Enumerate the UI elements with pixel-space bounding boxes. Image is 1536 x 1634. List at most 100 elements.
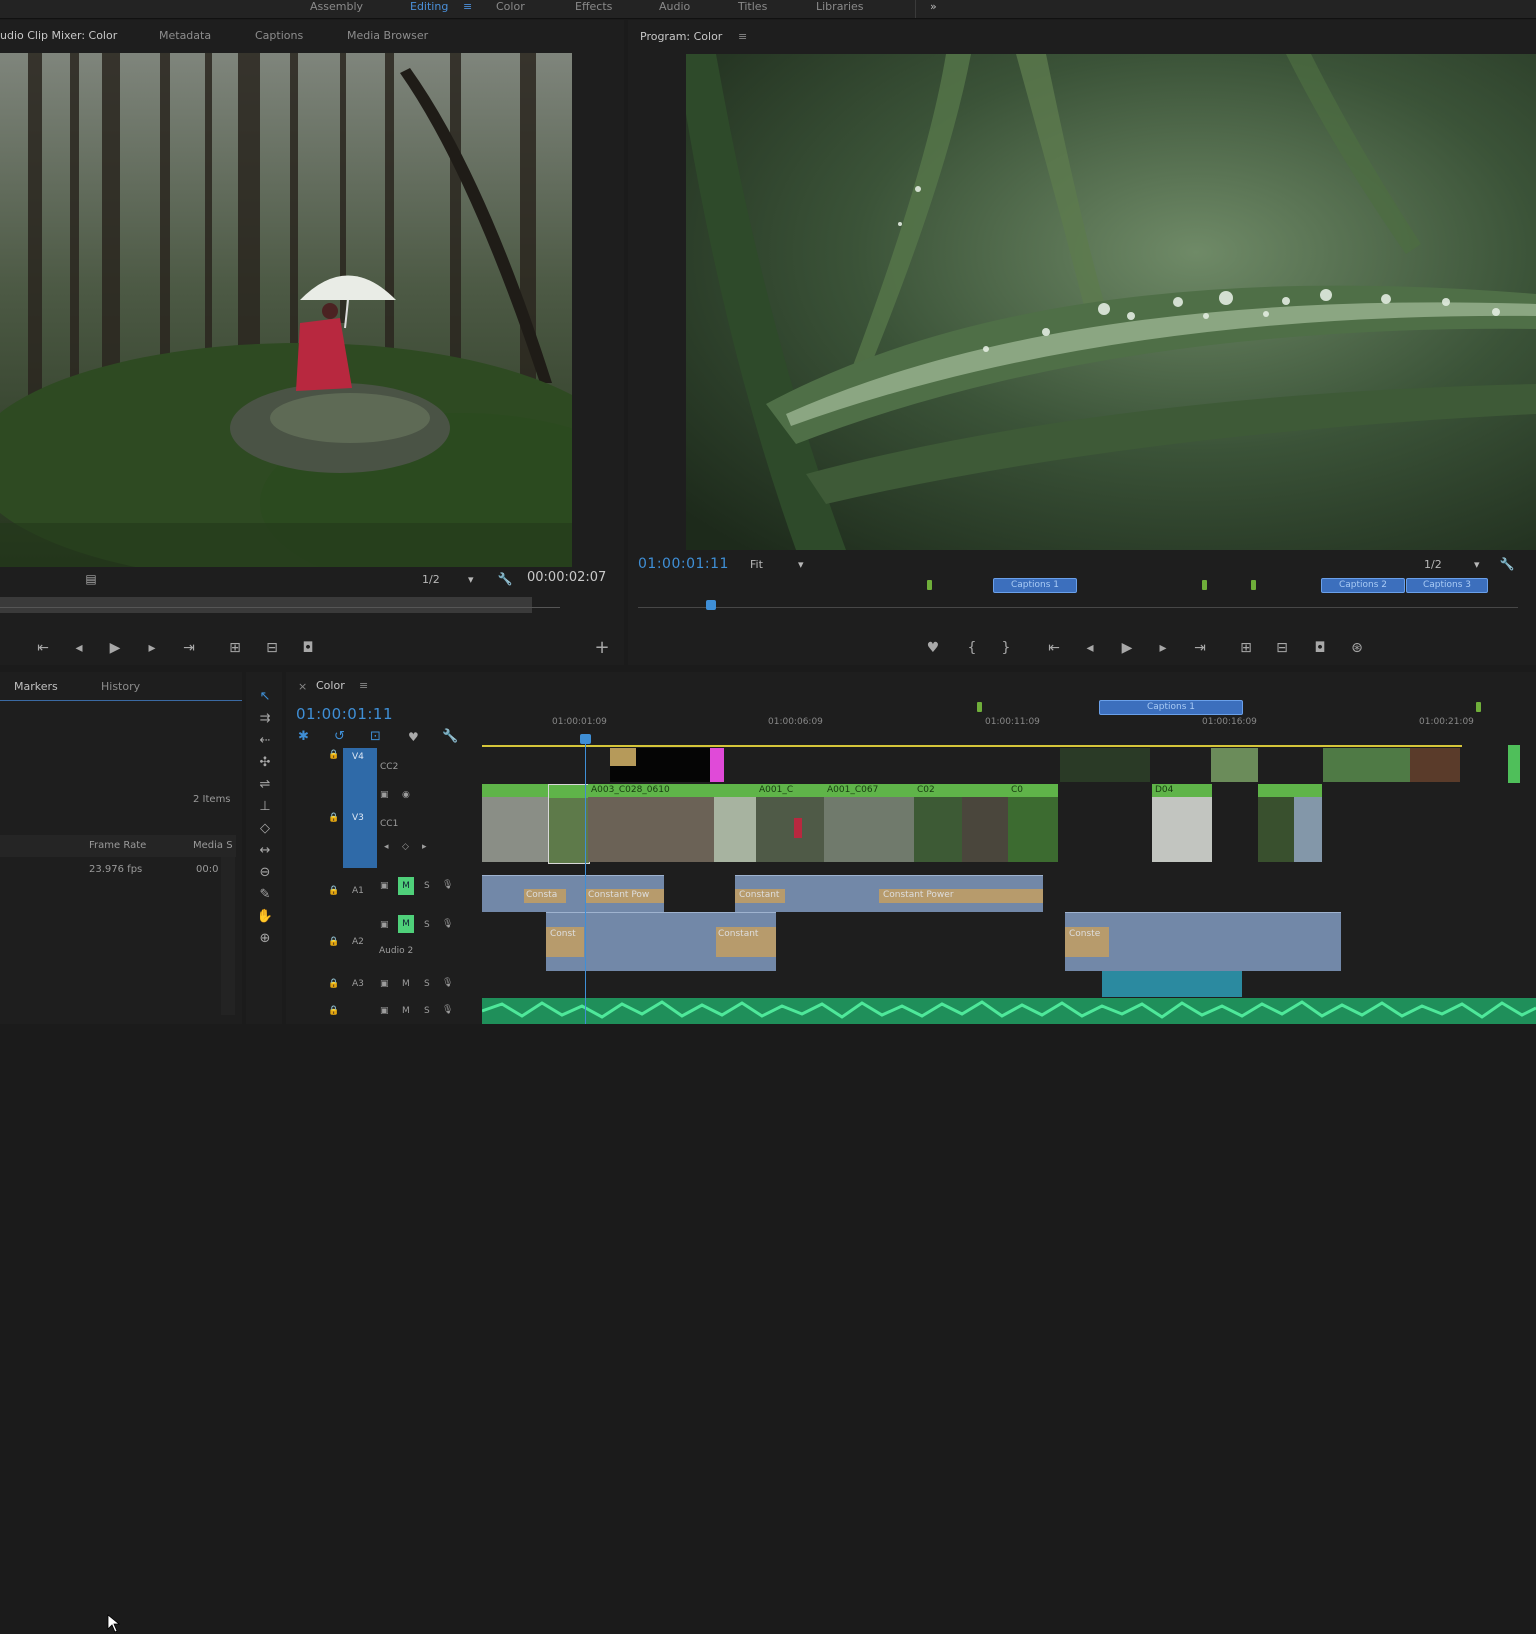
video-clip[interactable] <box>1294 784 1322 862</box>
eye-icon[interactable]: ◉ <box>402 790 410 800</box>
lock-icon[interactable]: 🔒 <box>328 750 339 760</box>
video-clip[interactable] <box>1060 748 1150 782</box>
caption-block[interactable]: Captions 1 <box>993 578 1077 593</box>
marker-icon[interactable] <box>977 702 982 712</box>
column-frame-rate[interactable]: Frame Rate <box>89 840 146 851</box>
workspace-overflow-icon[interactable]: » <box>930 0 937 13</box>
scrollbar[interactable] <box>221 857 235 1015</box>
workspace-tab-assembly[interactable]: Assembly <box>310 0 363 13</box>
caption-block[interactable]: Captions 3 <box>1406 578 1488 593</box>
play-icon[interactable]: ▶ <box>1116 641 1138 655</box>
workspace-tab-editing[interactable]: Editing <box>410 0 448 13</box>
video-clip[interactable] <box>482 784 548 862</box>
lock-icon[interactable]: 🔒 <box>328 1006 339 1016</box>
pen-tool-icon[interactable]: ✎ <box>256 887 274 902</box>
marker-icon[interactable] <box>1202 580 1207 590</box>
track-label-a1[interactable]: A1 <box>352 886 364 896</box>
vr-video-icon[interactable]: ⊛ <box>1346 641 1368 655</box>
video-clip[interactable]: C02 <box>914 784 962 862</box>
linked-selection-icon[interactable]: ⊡ <box>370 729 381 744</box>
track-label-v4[interactable]: V4 <box>352 752 364 762</box>
microphone-icon[interactable]: 🎙 <box>442 880 453 890</box>
workspace-tab-color[interactable]: Color <box>496 0 525 13</box>
marker-icon[interactable] <box>1476 702 1481 712</box>
track-select-tool-icon[interactable]: ⇉ <box>256 711 274 726</box>
step-back-icon[interactable]: ◂ <box>1079 641 1101 655</box>
hand-tool-icon[interactable]: ✋ <box>256 909 274 924</box>
play-icon[interactable]: ▶ <box>104 641 126 655</box>
chevron-down-icon[interactable]: ▾ <box>468 573 474 586</box>
source-scrub-bar[interactable] <box>0 597 532 613</box>
microphone-icon[interactable]: 🎙 <box>442 978 453 988</box>
audio-clip[interactable]: Consta Constant Pow <box>482 875 664 912</box>
add-button-icon[interactable]: + <box>591 639 613 657</box>
video-clip[interactable] <box>1323 748 1410 782</box>
video-clip[interactable]: D04 <box>1152 784 1212 862</box>
ripple-edit-tool-icon[interactable]: ⇠ <box>256 733 274 748</box>
mute-button[interactable]: M <box>398 877 414 895</box>
source-resolution-dropdown[interactable]: 1/2 <box>422 573 440 586</box>
transition-marker[interactable] <box>710 748 724 782</box>
extract-icon[interactable]: ⊟ <box>1271 641 1293 655</box>
tab-media-browser[interactable]: Media Browser <box>347 29 428 42</box>
go-to-out-icon[interactable]: ⇥ <box>178 641 200 655</box>
mark-in-icon[interactable]: { <box>961 641 983 655</box>
tab-close-icon[interactable]: × <box>298 680 307 693</box>
slide-tool-icon[interactable]: ↔ <box>256 843 274 858</box>
microphone-icon[interactable]: 🎙 <box>442 1005 453 1015</box>
snap-icon[interactable]: ↺ <box>334 729 345 744</box>
microphone-icon[interactable]: 🎙 <box>442 919 453 929</box>
rate-stretch-tool-icon[interactable]: ⇌ <box>256 777 274 792</box>
video-clip[interactable] <box>1211 748 1258 782</box>
overwrite-icon[interactable]: ⊟ <box>261 641 283 655</box>
export-frame-icon[interactable]: ◘ <box>297 641 319 655</box>
next-keyframe-icon[interactable]: ▸ <box>422 842 427 852</box>
solo-button[interactable]: S <box>424 1006 430 1016</box>
program-resolution-dropdown[interactable]: 1/2 <box>1424 558 1442 571</box>
timeline-tab[interactable]: Color <box>316 679 345 692</box>
zoom-tool-icon[interactable]: ⊕ <box>256 931 274 946</box>
toggle-sync-icon[interactable]: ▣ <box>380 979 389 989</box>
solo-button[interactable]: S <box>424 881 430 891</box>
timeline-timecode[interactable]: 01:00:01:11 <box>296 705 393 723</box>
tab-metadata[interactable]: Metadata <box>159 29 211 42</box>
work-area-bar[interactable] <box>482 745 1462 747</box>
rolling-edit-tool-icon[interactable]: ✣ <box>256 755 274 770</box>
wrench-icon[interactable]: 🔧 <box>494 572 516 586</box>
tab-audio-clip-mixer[interactable]: udio Clip Mixer: Color <box>0 29 117 42</box>
wrench-icon[interactable]: 🔧 <box>442 729 458 744</box>
video-clip[interactable]: C0 <box>1008 784 1058 862</box>
video-clip[interactable] <box>610 748 710 782</box>
video-clip[interactable] <box>714 784 756 862</box>
insert-icon[interactable]: ⊞ <box>224 641 246 655</box>
tab-history[interactable]: History <box>101 680 140 693</box>
add-marker-icon[interactable]: ♥ <box>922 641 944 655</box>
go-to-in-icon[interactable]: ⇤ <box>1043 641 1065 655</box>
nest-icon[interactable]: ✱ <box>298 729 309 744</box>
audio-clip[interactable]: Const Constant <box>546 912 776 971</box>
audio-waveform[interactable] <box>482 998 1536 1024</box>
workspace-tab-effects[interactable]: Effects <box>575 0 612 13</box>
video-clip[interactable] <box>548 784 590 864</box>
lock-icon[interactable]: 🔒 <box>328 979 339 989</box>
program-timecode[interactable]: 01:00:01:11 <box>638 556 729 572</box>
mute-button[interactable]: M <box>402 1006 410 1016</box>
video-clip[interactable] <box>1258 784 1294 862</box>
caption-block[interactable]: Captions 2 <box>1321 578 1405 593</box>
playhead-icon[interactable] <box>706 600 716 610</box>
marker-icon[interactable] <box>927 580 932 590</box>
wrench-icon[interactable]: 🔧 <box>1496 557 1518 571</box>
video-clip[interactable]: A001_C <box>756 784 824 862</box>
export-frame-icon[interactable]: ◘ <box>1309 641 1331 655</box>
panel-menu-icon[interactable]: ≡ <box>738 30 747 43</box>
step-forward-icon[interactable]: ▸ <box>1152 641 1174 655</box>
go-to-in-icon[interactable]: ⇤ <box>32 641 54 655</box>
selection-tool-icon[interactable]: ↖ <box>256 689 274 704</box>
solo-button[interactable]: S <box>424 920 430 930</box>
razor-tool-icon[interactable]: ⊥ <box>256 799 274 814</box>
chevron-down-icon[interactable]: ▾ <box>798 558 804 571</box>
toggle-sync-icon[interactable]: ▣ <box>380 881 389 891</box>
lock-icon[interactable]: 🔒 <box>328 937 339 947</box>
mark-out-icon[interactable]: } <box>995 641 1017 655</box>
step-back-icon[interactable]: ◂ <box>68 641 90 655</box>
